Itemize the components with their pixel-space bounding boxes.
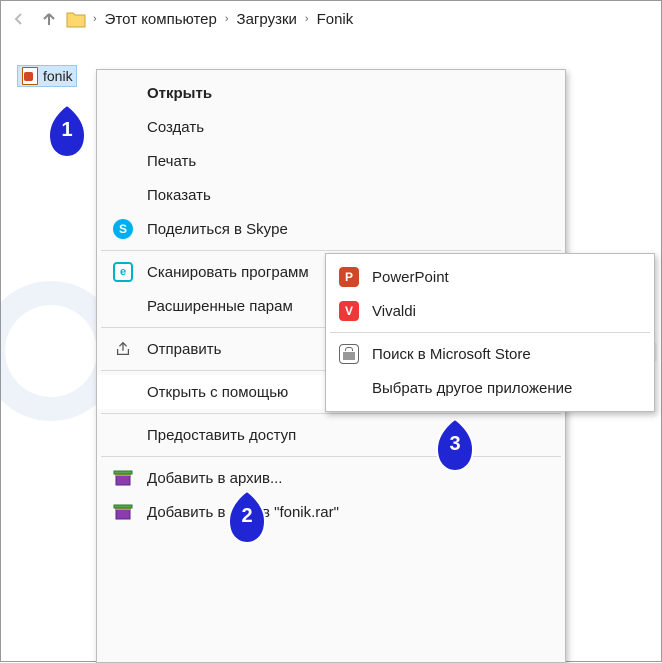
breadcrumb-item-downloads[interactable]: Загрузки: [233, 9, 301, 30]
nav-back-button[interactable]: [5, 5, 33, 33]
menu-separator: [101, 413, 561, 414]
skype-icon: S: [113, 219, 133, 239]
menu-label: Добавить в архив...: [147, 470, 547, 487]
file-name: fonik: [43, 68, 73, 84]
chevron-right-icon: ›: [305, 13, 309, 25]
winrar-icon: [111, 500, 135, 524]
menu-print[interactable]: Печать: [97, 144, 565, 178]
submenu-vivaldi[interactable]: V Vivaldi: [326, 294, 654, 328]
menu-label: Показать: [147, 187, 547, 204]
powerpoint-icon: P: [339, 267, 359, 287]
open-with-submenu: P PowerPoint V Vivaldi Поиск в Microsoft…: [325, 253, 655, 412]
menu-separator: [101, 456, 561, 457]
menu-label: Печать: [147, 153, 547, 170]
callout-number: 1: [45, 119, 89, 142]
vivaldi-icon: V: [339, 301, 359, 321]
nav-up-button[interactable]: [35, 5, 63, 33]
winrar-icon: [111, 466, 135, 490]
submenu-choose-another[interactable]: Выбрать другое приложение: [326, 371, 654, 405]
menu-label: Открыть: [147, 85, 547, 102]
menu-label: PowerPoint: [372, 269, 636, 286]
menu-add-archive-named[interactable]: Добавить в архив "fonik.rar": [97, 495, 565, 529]
menu-create[interactable]: Создать: [97, 110, 565, 144]
menu-grant-access[interactable]: Предоставить доступ: [97, 418, 565, 452]
submenu-store[interactable]: Поиск в Microsoft Store: [326, 337, 654, 371]
share-icon: [111, 337, 135, 361]
menu-label: Поделиться в Skype: [147, 221, 547, 238]
menu-separator: [101, 250, 561, 251]
menu-add-archive[interactable]: Добавить в архив...: [97, 461, 565, 495]
menu-label: Поиск в Microsoft Store: [372, 346, 636, 363]
menu-open[interactable]: Открыть: [97, 76, 565, 110]
microsoft-store-icon: [339, 344, 359, 364]
explorer-toolbar: › Этот компьютер › Загрузки › Fonik: [1, 1, 661, 37]
submenu-powerpoint[interactable]: P PowerPoint: [326, 260, 654, 294]
menu-label: Vivaldi: [372, 303, 636, 320]
breadcrumb-item-fonik[interactable]: Fonik: [313, 9, 358, 30]
menu-label: Предоставить доступ: [147, 427, 547, 444]
menu-label: Выбрать другое приложение: [372, 380, 636, 397]
breadcrumb: › Этот компьютер › Загрузки › Fonik: [89, 9, 357, 30]
chevron-right-icon: ›: [225, 13, 229, 25]
chevron-right-icon: ›: [93, 13, 97, 25]
menu-label: Создать: [147, 119, 547, 136]
menu-label: Добавить в архив "fonik.rar": [147, 504, 547, 521]
menu-share-skype[interactable]: S Поделиться в Skype: [97, 212, 565, 246]
file-item[interactable]: fonik: [17, 65, 77, 87]
breadcrumb-item-computer[interactable]: Этот компьютер: [101, 9, 221, 30]
folder-icon: [65, 8, 87, 30]
eset-icon: e: [113, 262, 133, 282]
menu-separator: [330, 332, 650, 333]
menu-show[interactable]: Показать: [97, 178, 565, 212]
powerpoint-file-icon: [21, 67, 39, 85]
